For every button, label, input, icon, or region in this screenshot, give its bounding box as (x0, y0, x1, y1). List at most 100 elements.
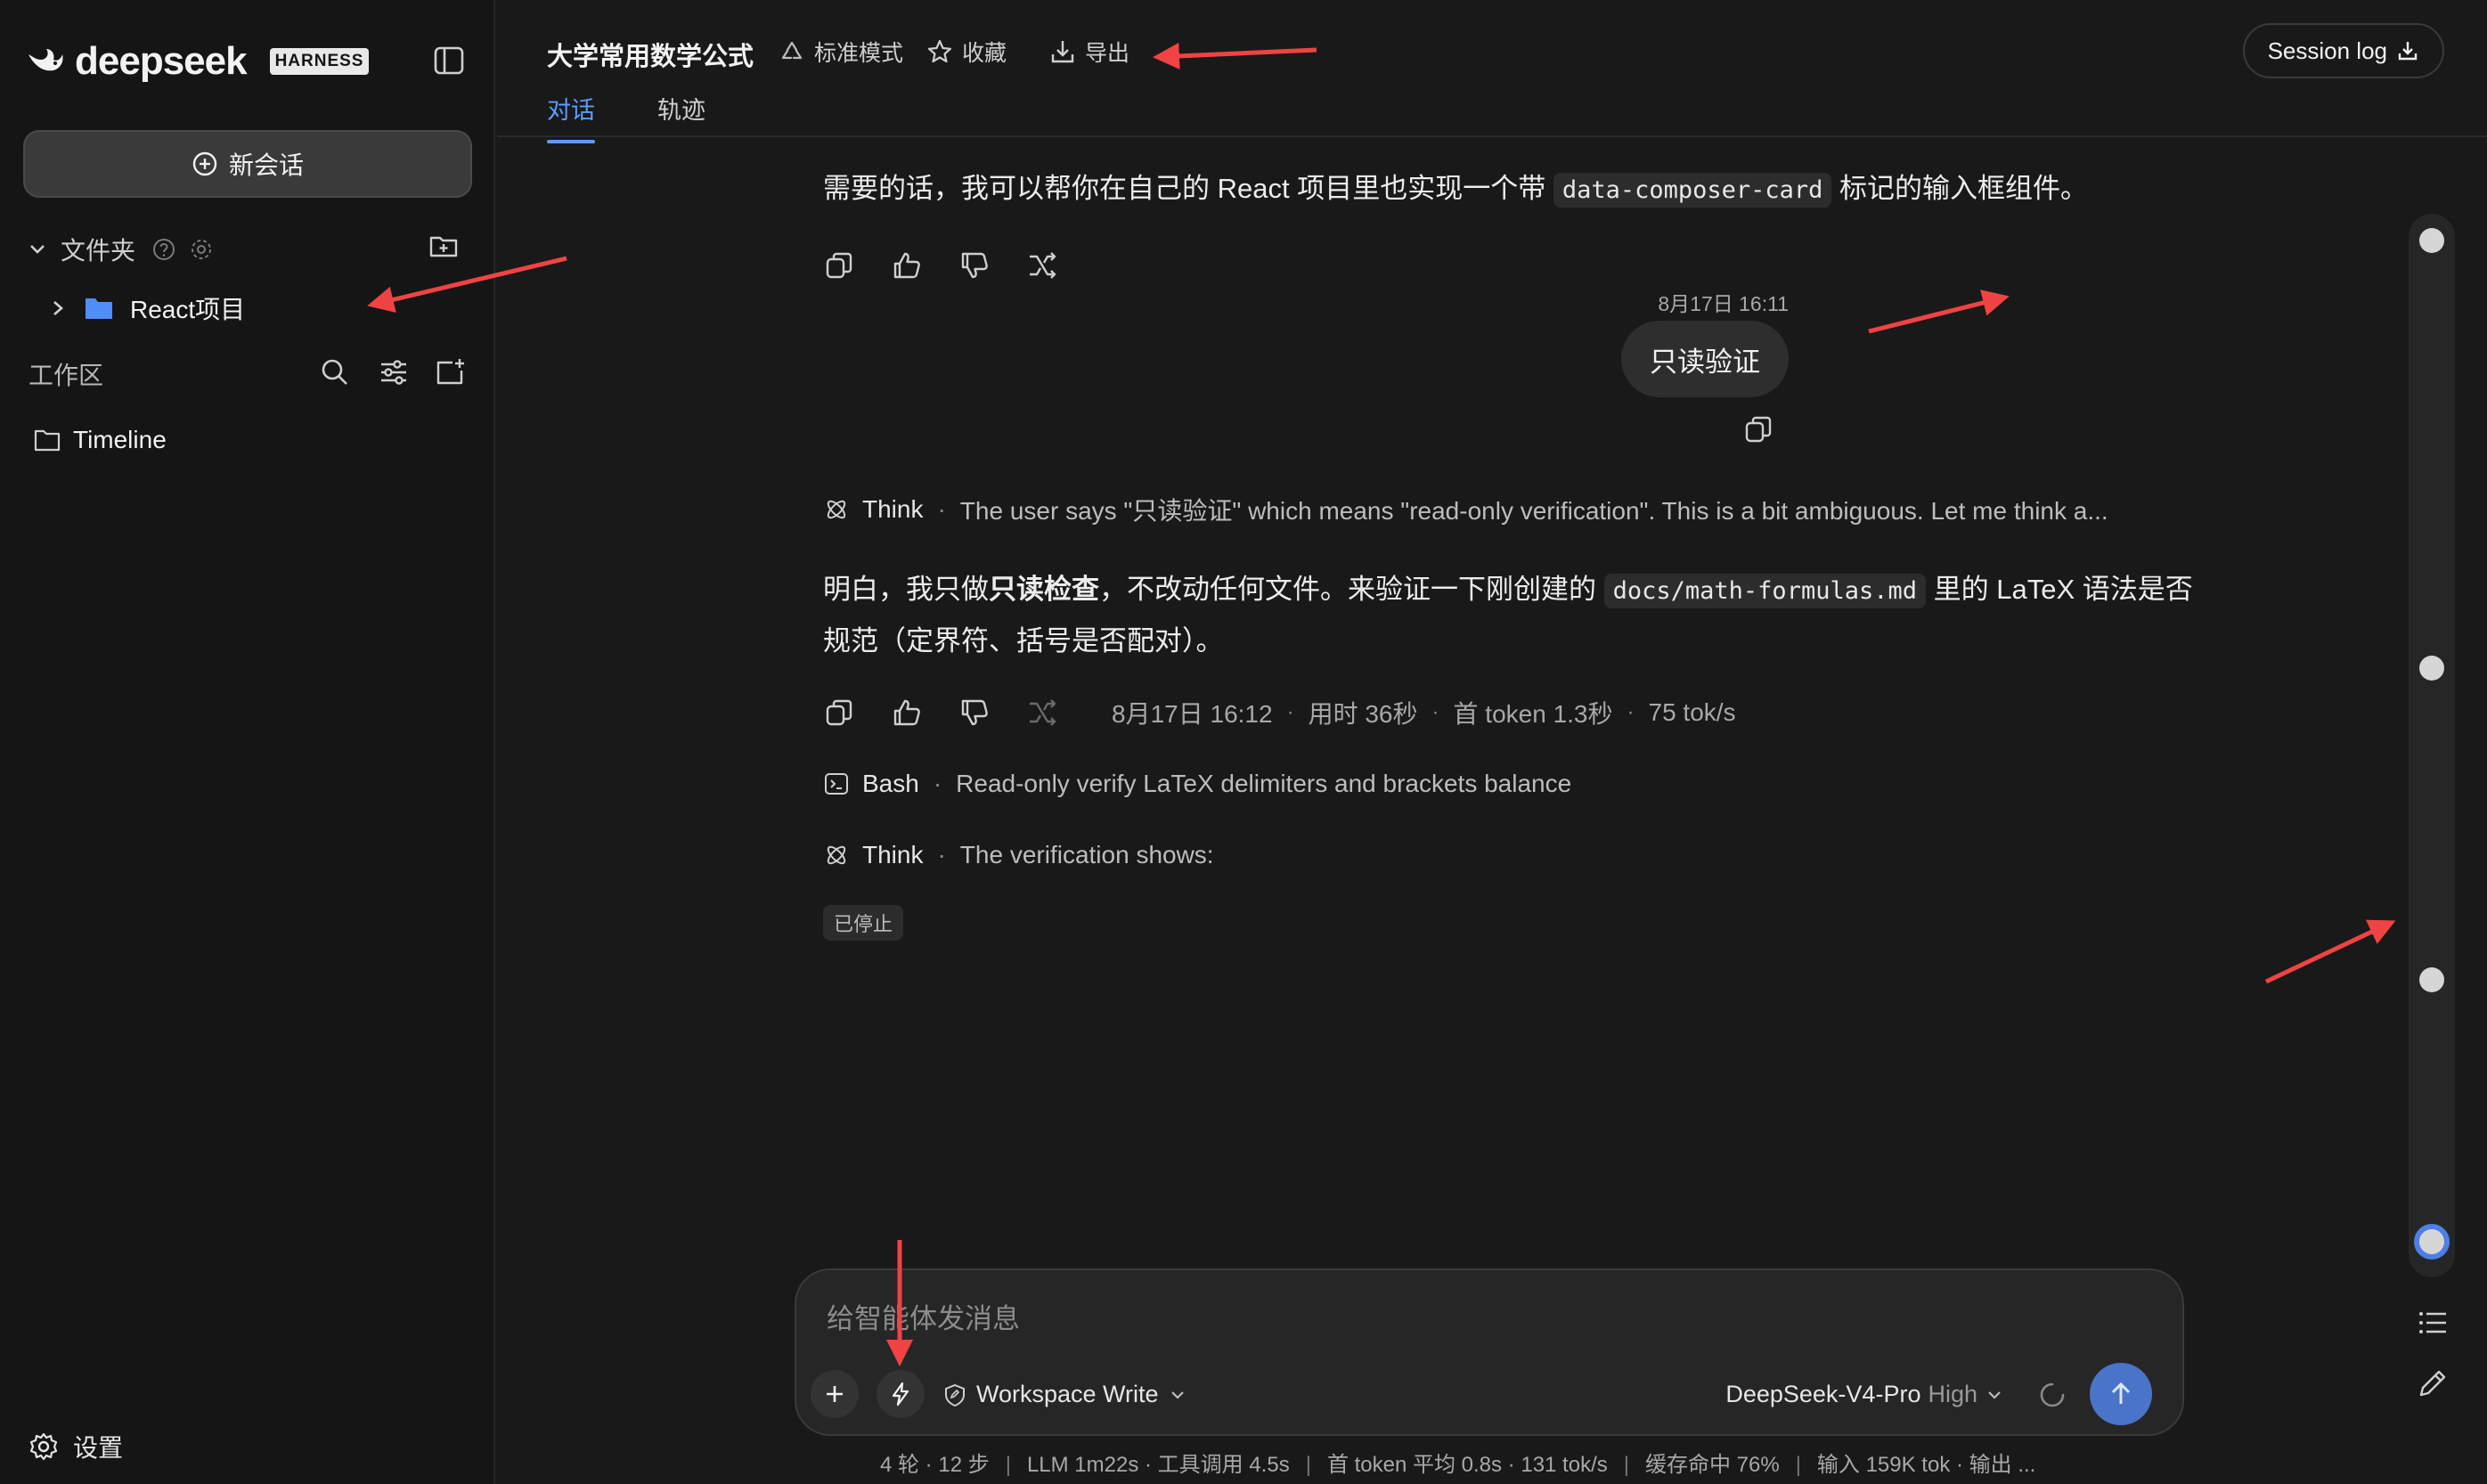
new-workspace-icon[interactable] (435, 356, 467, 388)
inline-code: data-composer-card (1553, 173, 1832, 208)
terminal-icon (825, 773, 848, 795)
message-meta: 8月17日 16:12 · 用时 36秒 · 首 token 1.3秒 · 75… (1112, 695, 1736, 730)
folder-icon (86, 298, 112, 319)
chevron-down-icon[interactable] (27, 239, 48, 260)
list-outline-icon[interactable] (2416, 1306, 2450, 1340)
folder-outline-icon (34, 429, 61, 452)
folders-label: 文件夹 (61, 237, 136, 265)
new-chat-button[interactable]: 新会话 (23, 130, 472, 198)
sidebar: deepseek HARNESS 新会话 文件夹 React项目 工作区 Tim… (0, 0, 495, 1484)
folder-item-react[interactable]: React项目 (48, 290, 245, 326)
thumbs-down-icon[interactable] (958, 697, 991, 729)
new-folder-icon[interactable] (428, 230, 460, 262)
separator-dot: · (937, 495, 946, 523)
status-cache: 缓存命中 76% (1644, 1453, 1780, 1477)
session-log-label: Session log (2267, 37, 2387, 64)
think-label: Think (862, 841, 924, 868)
timeline-marker[interactable] (2419, 967, 2444, 992)
whale-logo-icon (29, 49, 63, 71)
help-icon[interactable] (151, 237, 176, 262)
shield-edit-icon (945, 1383, 965, 1407)
copy-icon[interactable] (823, 697, 855, 729)
think-step[interactable]: Think · The verification shows: (823, 841, 1214, 869)
message-text: 明白，我只做 (823, 574, 989, 605)
bash-summary: Read-only verify LaTeX delimiters and br… (956, 770, 1572, 797)
chevron-down-icon (1988, 1390, 2001, 1399)
favorite-button[interactable]: 收藏 (926, 36, 1007, 68)
star-icon (927, 39, 952, 63)
page-title: 大学常用数学公式 (547, 43, 754, 71)
search-icon[interactable] (319, 356, 351, 388)
settings-button[interactable]: 设置 (29, 1429, 123, 1464)
workspace-item-timeline[interactable]: Timeline (34, 426, 167, 454)
timeline-rail[interactable] (2409, 214, 2455, 1277)
timeline-marker[interactable] (2419, 656, 2444, 681)
thumbs-down-icon[interactable] (958, 249, 991, 281)
think-step[interactable]: Think · The user says "只读验证" which means… (823, 492, 2108, 527)
message-text: 需要的话，我可以帮你在自己的 React 项目里也实现一个带 (823, 173, 1553, 204)
bold-text: 只读检查 (989, 574, 1099, 605)
brand-logo[interactable]: deepseek HARNESS (25, 39, 370, 84)
attach-button[interactable] (811, 1370, 859, 1418)
separator-dot: · (1286, 700, 1294, 724)
model-selector[interactable]: DeepSeek-V4-Pro High (1725, 1381, 2004, 1408)
think-label: Think (862, 495, 924, 523)
thumbs-up-icon[interactable] (891, 697, 923, 729)
divider: | (1795, 1453, 1801, 1477)
copy-icon[interactable] (823, 249, 855, 281)
download-icon (1051, 41, 1074, 63)
status-timing: LLM 1m22s · 工具调用 4.5s (1026, 1453, 1290, 1477)
bash-step[interactable]: Bash · Read-only verify LaTeX delimiters… (823, 770, 1571, 798)
recycle-mode-icon (781, 41, 803, 60)
plus-circle-icon (192, 151, 217, 176)
gear-icon[interactable] (189, 237, 214, 262)
settings-label: 设置 (73, 1434, 124, 1462)
session-log-button[interactable]: Session log (2242, 23, 2444, 78)
export-button[interactable]: 导出 (1049, 36, 1129, 68)
meta-duration: 用时 36秒 (1308, 700, 1418, 728)
brand-badge: HARNESS (269, 48, 370, 75)
status-io: 输入 159K tok · 输出 ... (1816, 1453, 2036, 1477)
inline-code: docs/math-formulas.md (1603, 574, 1926, 608)
sidebar-toggle-icon[interactable] (433, 45, 465, 77)
tab-conversation[interactable]: 对话 (547, 91, 595, 143)
thumbs-up-icon[interactable] (891, 249, 923, 281)
separator-dot: · (1431, 700, 1439, 724)
mode-button[interactable]: 标准模式 (779, 36, 903, 68)
workspace-label: 工作区 (29, 362, 104, 389)
arrow-up-icon (2111, 1382, 2131, 1404)
divider: | (1005, 1453, 1011, 1477)
folders-header[interactable]: 文件夹 (27, 232, 214, 267)
timeline-marker[interactable] (2419, 228, 2444, 253)
folder-item-label: React项目 (130, 296, 246, 323)
filter-sliders-icon[interactable] (378, 356, 410, 388)
branch-icon[interactable] (1026, 697, 1058, 729)
message-text: 标记的输入框组件。 (1831, 173, 2089, 204)
copy-icon[interactable] (1742, 413, 1774, 445)
message-input[interactable] (827, 1297, 2074, 1341)
workspace-item-label: Timeline (73, 426, 167, 453)
effort-label: High (1928, 1381, 1977, 1407)
new-chat-label: 新会话 (228, 151, 304, 179)
conversation-header: 大学常用数学公式 标准模式 收藏 导出 对话 轨迹 Session log (497, 0, 2487, 143)
tab-trajectory[interactable]: 轨迹 (657, 91, 705, 126)
branch-icon[interactable] (1026, 249, 1058, 281)
permission-selector[interactable]: Workspace Write (942, 1381, 1187, 1408)
meta-speed: 75 tok/s (1648, 698, 1736, 726)
download-small-icon (2398, 42, 2418, 61)
brand-name: deepseek (75, 39, 248, 83)
quick-action-button[interactable] (877, 1370, 925, 1418)
permission-label: Workspace Write (976, 1381, 1159, 1407)
model-label: DeepSeek-V4-Pro (1725, 1381, 1921, 1407)
separator-dot: · (1627, 700, 1635, 724)
think-summary: The user says "只读验证" which means "read-o… (959, 497, 2108, 525)
timeline-marker-current[interactable] (2414, 1224, 2450, 1260)
user-message-bubble: 只读验证 (1621, 321, 1789, 397)
separator-dot: · (937, 841, 946, 868)
chevron-right-icon[interactable] (48, 298, 68, 318)
meta-first-token: 首 token 1.3秒 (1453, 700, 1613, 728)
assistant-answer: 明白，我只做只读检查，不改动任何文件。来验证一下刚创建的 docs/math-f… (823, 565, 2213, 666)
loading-spinner-icon (2040, 1382, 2065, 1407)
send-button[interactable] (2090, 1363, 2152, 1425)
pencil-edit-icon[interactable] (2416, 1366, 2450, 1400)
